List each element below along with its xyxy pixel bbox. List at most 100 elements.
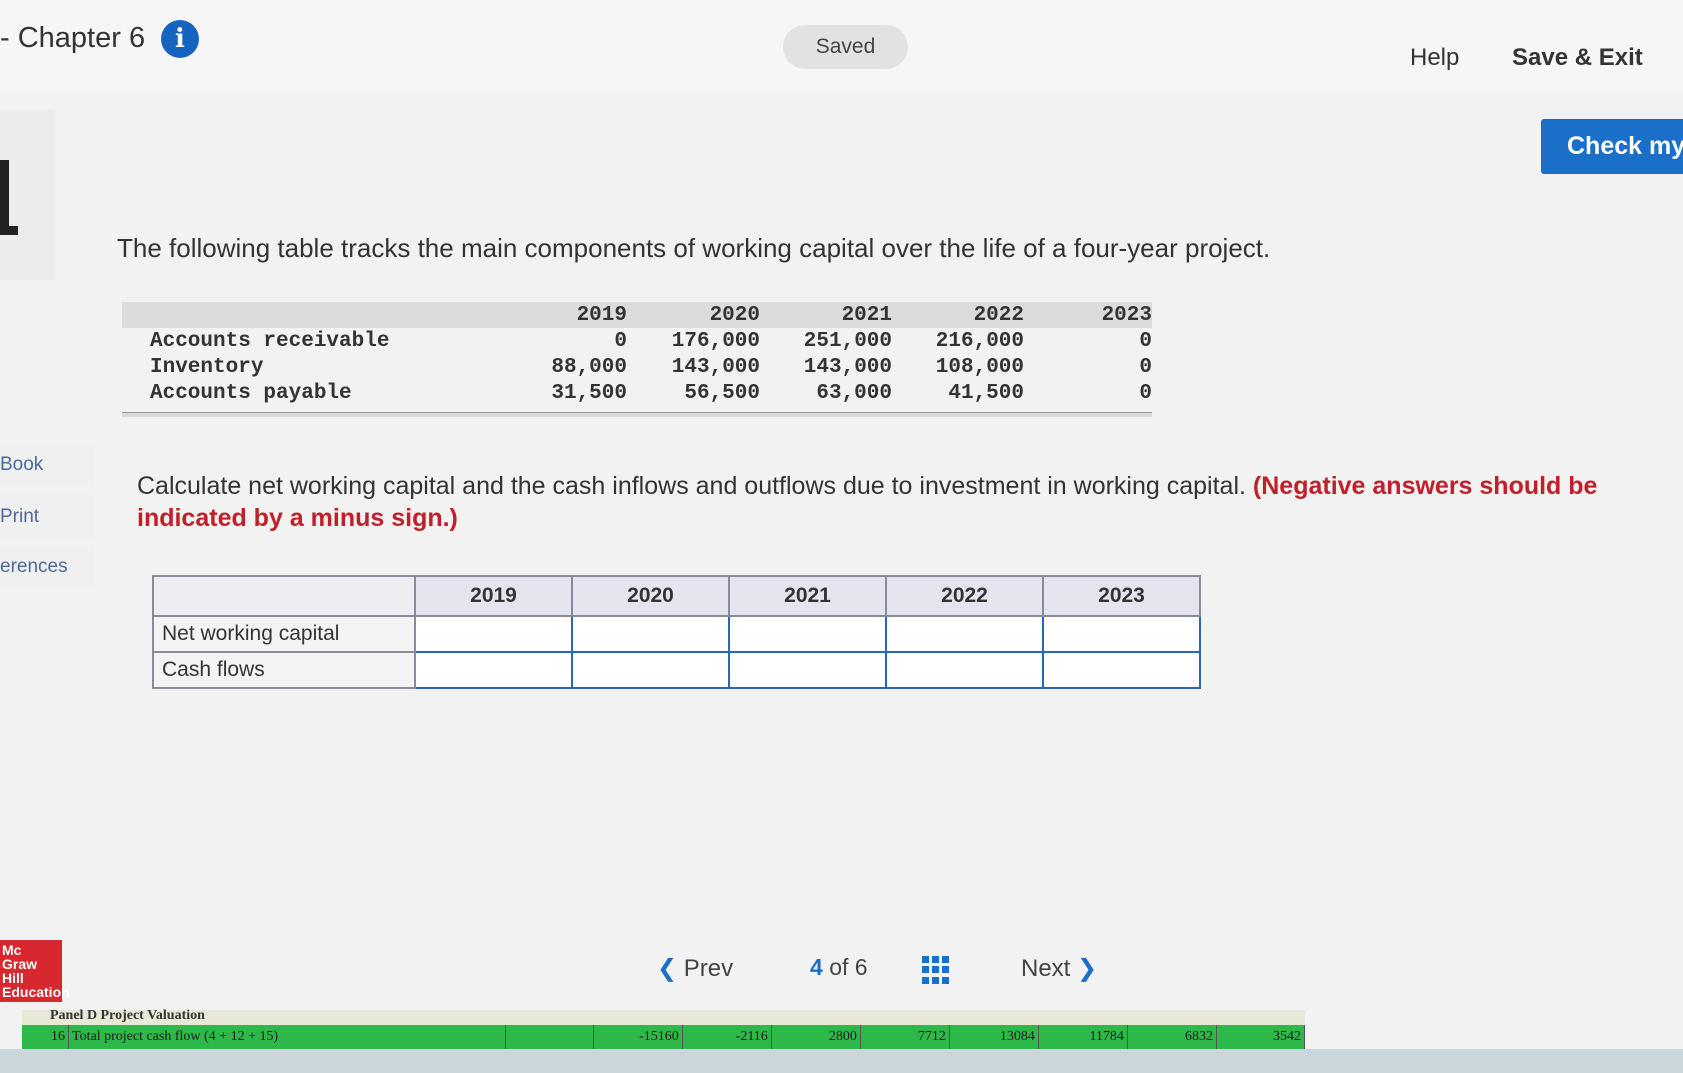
chevron-right-icon: ❯ (1077, 955, 1098, 982)
corner-cell (152, 575, 416, 617)
year-header: 2022 (973, 304, 1024, 327)
year-header: 2021 (841, 304, 892, 327)
year-header: 2023 (1042, 575, 1201, 617)
year-header: 2019 (576, 304, 627, 327)
sheet-cell: 3542 (1217, 1025, 1306, 1049)
table-header-row: 2019 2020 2021 2022 2023 (122, 302, 1152, 328)
grid-icon[interactable] (922, 956, 950, 984)
year-header: 2020 (709, 304, 760, 327)
sheet-cell: 11784 (1039, 1025, 1128, 1049)
sheet-cell: 7712 (861, 1025, 950, 1049)
nwc-2019-input[interactable] (416, 618, 571, 650)
answer-header-row: 2019 2020 2021 2022 2023 (152, 575, 1201, 617)
prev-button[interactable]: ❮ Prev (657, 954, 733, 983)
sheet-cell: 6832 (1128, 1025, 1217, 1049)
answer-table: 2019 2020 2021 2022 2023 Net working cap… (152, 575, 1201, 689)
cf-2022-input[interactable] (887, 654, 1042, 686)
cell-value: 216,000 (935, 330, 1024, 353)
next-button[interactable]: Next ❯ (1021, 954, 1097, 983)
sheet-row: 16 Total project cash flow (4 + 12 + 15)… (22, 1025, 1306, 1049)
working-capital-data-table: 2019 2020 2021 2022 2023 Accounts receiv… (122, 302, 1152, 417)
row-label-net-working-capital: Net working capital (152, 615, 416, 653)
table-row: Accounts payable 31,500 56,500 63,000 41… (122, 380, 1152, 406)
question-instruction: Calculate net working capital and the ca… (137, 470, 1677, 534)
prev-label: Prev (683, 955, 734, 982)
saved-status-badge: Saved (783, 25, 908, 69)
cell-value: 143,000 (671, 356, 760, 379)
cf-2019-cell (414, 651, 573, 689)
cell-value: 0 (1139, 356, 1152, 379)
row-label: Accounts payable (150, 382, 352, 405)
cell-value: 176,000 (671, 330, 760, 353)
nwc-2021-input[interactable] (730, 618, 885, 650)
cell-value: 88,000 (551, 356, 627, 379)
cf-2019-input[interactable] (416, 654, 571, 686)
check-my-work-button[interactable]: Check my (1541, 119, 1683, 174)
cell-value: 56,500 (684, 382, 760, 405)
help-button[interactable]: Help (1410, 44, 1459, 72)
sheet-caption: Panel D Project Valuation (50, 1008, 205, 1023)
cf-2020-cell (571, 651, 730, 689)
nwc-2021-cell (728, 615, 887, 653)
question-marker (0, 160, 18, 235)
table-row: Inventory 88,000 143,000 143,000 108,000… (122, 354, 1152, 380)
save-exit-button[interactable]: Save & Exit (1512, 44, 1643, 72)
page-of: of (829, 954, 849, 980)
next-label: Next (1021, 955, 1071, 982)
sheet-row-label: Total project cash flow (4 + 12 + 15) (69, 1025, 506, 1049)
page-indicator[interactable]: 4 of 6 (810, 954, 868, 981)
year-header: 2022 (885, 575, 1044, 617)
cf-2021-input[interactable] (730, 654, 885, 686)
cf-2020-input[interactable] (573, 654, 728, 686)
sheet-cell: -2116 (683, 1025, 772, 1049)
table-row: Cash flows (152, 651, 1201, 689)
row-label: Accounts receivable (150, 330, 390, 353)
cell-value: 108,000 (935, 356, 1024, 379)
cf-2021-cell (728, 651, 887, 689)
cell-value: 0 (1139, 330, 1152, 353)
instruction-text: Calculate net working capital and the ca… (137, 472, 1246, 500)
row-label-cash-flows: Cash flows (152, 651, 416, 689)
cell-value: 251,000 (803, 330, 892, 353)
nwc-2020-cell (571, 615, 730, 653)
info-icon[interactable]: i (161, 20, 199, 58)
os-taskbar (0, 1049, 1683, 1073)
year-header: 2021 (728, 575, 887, 617)
cell-value: 0 (614, 330, 627, 353)
sheet-cell: 13084 (950, 1025, 1039, 1049)
cf-2023-input[interactable] (1044, 654, 1199, 686)
nwc-2022-input[interactable] (887, 618, 1042, 650)
cell-value: 41,500 (948, 382, 1024, 405)
page-total: 6 (854, 954, 868, 980)
year-header: 2019 (414, 575, 573, 617)
nwc-2023-cell (1042, 615, 1201, 653)
cf-2022-cell (885, 651, 1044, 689)
sheet-row-number: 16 (22, 1025, 70, 1049)
sheet-cell (506, 1025, 594, 1049)
row-label: Inventory (150, 356, 264, 379)
nwc-2023-input[interactable] (1044, 618, 1199, 650)
nwc-2020-input[interactable] (573, 618, 728, 650)
mcgraw-hill-logo: Mc Graw Hill Education (0, 940, 70, 1002)
table-bottom-rule (122, 412, 1152, 417)
references-link[interactable]: erences (0, 545, 95, 589)
nwc-2022-cell (885, 615, 1044, 653)
cell-value: 143,000 (803, 356, 892, 379)
page-current: 4 (810, 954, 823, 980)
cell-value: 0 (1139, 382, 1152, 405)
year-header: 2020 (571, 575, 730, 617)
nwc-2019-cell (414, 615, 573, 653)
cell-value: 63,000 (816, 382, 892, 405)
sheet-cell: -15160 (594, 1025, 683, 1049)
cf-2023-cell (1042, 651, 1201, 689)
ebook-link[interactable]: Book (0, 443, 95, 487)
chevron-left-icon: ❮ (657, 955, 678, 982)
table-row: Net working capital (152, 615, 1201, 653)
sheet-cell: 2800 (772, 1025, 861, 1049)
year-header: 2023 (1101, 304, 1152, 327)
question-intro: The following table tracks the main comp… (117, 233, 1271, 263)
top-header: - Chapter 6 i Saved Help Save & Exit (0, 0, 1683, 90)
print-link[interactable]: Print (0, 495, 95, 539)
table-row: Accounts receivable 0 176,000 251,000 21… (122, 328, 1152, 354)
chapter-title: - Chapter 6 (0, 22, 146, 54)
